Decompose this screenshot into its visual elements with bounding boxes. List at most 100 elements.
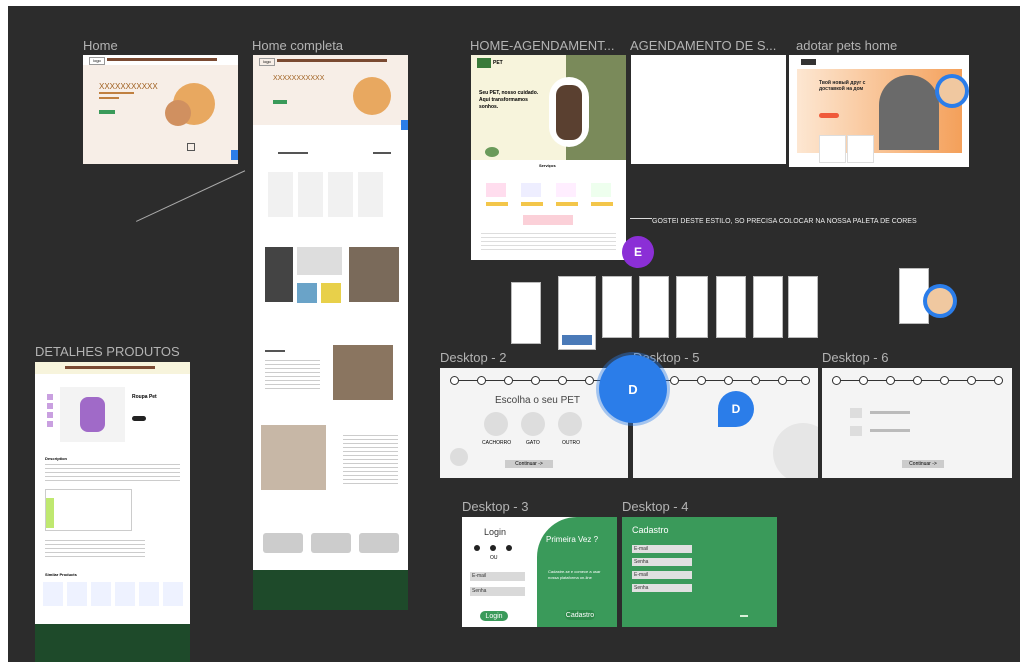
- hc-see-all[interactable]: [373, 152, 391, 154]
- ap-pet-card-2[interactable]: [847, 135, 874, 163]
- d2-step-3[interactable]: [504, 376, 513, 385]
- frame-label-home-completa[interactable]: Home completa: [252, 38, 343, 53]
- mobile-screen-1[interactable]: [511, 282, 541, 344]
- hc-product-card-4[interactable]: [358, 172, 383, 217]
- ha-service-btn-1[interactable]: [486, 202, 508, 206]
- hc-card-b[interactable]: [311, 533, 351, 553]
- hc-product-card-3[interactable]: [328, 172, 353, 217]
- collaborator-avatar-photo-1[interactable]: [935, 74, 969, 108]
- mobile-screen-4[interactable]: [639, 276, 669, 338]
- home-hero-text: XXXXXXXXXXX: [99, 82, 158, 91]
- frame-desktop-3[interactable]: Login OU E-mail Senha Login Primeira Vez…: [462, 517, 617, 627]
- ha-service-1[interactable]: [486, 183, 506, 197]
- d4-submit-link[interactable]: [740, 615, 748, 617]
- hc-chat-icon[interactable]: [401, 120, 408, 130]
- frame-label-adotar-pets[interactable]: adotar pets home: [796, 38, 897, 53]
- d2-step-4[interactable]: [531, 376, 540, 385]
- d2-option-cat[interactable]: [521, 412, 545, 436]
- d5-step-5[interactable]: [751, 376, 760, 385]
- d6-step-6[interactable]: [967, 376, 976, 385]
- d6-step-4[interactable]: [913, 376, 922, 385]
- d4-field-email-2[interactable]: E-mail: [632, 571, 692, 579]
- ha-service-btn-3[interactable]: [556, 202, 578, 206]
- collaborator-cursor-d-large[interactable]: D: [599, 355, 667, 423]
- d3-google-icon[interactable]: [490, 545, 496, 551]
- d6-step-1[interactable]: [832, 376, 841, 385]
- d2-step-5[interactable]: [558, 376, 567, 385]
- d3-cadastro-button[interactable]: Cadastro: [565, 610, 595, 620]
- hc-card-c[interactable]: [359, 533, 399, 553]
- figma-canvas[interactable]: Home logo XXXXXXXXXXX Home completa logo…: [8, 6, 1020, 662]
- d2-step-1[interactable]: [450, 376, 459, 385]
- hc-cta[interactable]: [273, 100, 287, 104]
- d3-email-field[interactable]: E-mail: [470, 572, 525, 581]
- d6-step-7[interactable]: [994, 376, 1003, 385]
- ha-service-3[interactable]: [556, 183, 576, 197]
- ha-service-2[interactable]: [521, 183, 541, 197]
- d4-field-email-1[interactable]: E-mail: [632, 545, 692, 553]
- frame-agendamento-s[interactable]: [631, 55, 786, 164]
- d6-item-thumb-2[interactable]: [850, 426, 862, 436]
- d2-option-other[interactable]: [558, 412, 582, 436]
- mobile-screen-2[interactable]: [558, 276, 596, 350]
- frame-label-agendamento-s[interactable]: AGENDAMENTO DE S...: [630, 38, 776, 53]
- d5-step-2[interactable]: [670, 376, 679, 385]
- home-chat-icon[interactable]: [231, 150, 238, 160]
- d2-continue-button[interactable]: Continuar ->: [505, 460, 553, 468]
- d6-continue-button[interactable]: Continuar ->: [902, 460, 944, 468]
- dp-similar-products[interactable]: [43, 582, 183, 606]
- frame-detalhes-produtos[interactable]: Roupa Pet Description Similar Products: [35, 362, 190, 662]
- ha-brand: PET: [493, 60, 503, 66]
- frame-home[interactable]: logo XXXXXXXXXXX: [83, 55, 238, 164]
- d6-item-thumb-1[interactable]: [850, 408, 862, 418]
- dp-buy-button[interactable]: [132, 416, 146, 421]
- d3-login-button[interactable]: Login: [480, 611, 508, 621]
- d4-field-senha-2[interactable]: Senha: [632, 584, 692, 592]
- mobile-screen-7[interactable]: [753, 276, 783, 338]
- d5-step-7[interactable]: [801, 376, 810, 385]
- d2-step-6[interactable]: [585, 376, 594, 385]
- d6-step-5[interactable]: [940, 376, 949, 385]
- ha-service-4[interactable]: [591, 183, 611, 197]
- mobile-screen-5[interactable]: [676, 276, 708, 338]
- hc-feature-image: [333, 345, 393, 400]
- frame-home-completa[interactable]: logo XXXXXXXXXXX: [253, 55, 408, 610]
- hc-product-card-2[interactable]: [298, 172, 323, 217]
- home-cta-button[interactable]: [99, 110, 115, 114]
- d5-step-3[interactable]: [697, 376, 706, 385]
- mobile-screen-3[interactable]: [602, 276, 632, 338]
- frame-desktop-4[interactable]: Cadastro E-mail Senha E-mail Senha: [622, 517, 777, 627]
- ap-pet-card-1[interactable]: [819, 135, 846, 163]
- mobile-screen-6[interactable]: [716, 276, 746, 338]
- d2-step-2[interactable]: [477, 376, 486, 385]
- frame-label-desktop4[interactable]: Desktop - 4: [622, 499, 688, 514]
- d2-option-dog[interactable]: [484, 412, 508, 436]
- frame-label-home[interactable]: Home: [83, 38, 118, 53]
- d6-step-3[interactable]: [886, 376, 895, 385]
- d4-field-senha-1[interactable]: Senha: [632, 558, 692, 566]
- mobile-screen-8[interactable]: [788, 276, 818, 338]
- comment-author-avatar[interactable]: E: [622, 236, 654, 268]
- d3-facebook-icon[interactable]: [474, 545, 480, 551]
- d5-step-4[interactable]: [724, 376, 733, 385]
- d6-step-2[interactable]: [859, 376, 868, 385]
- ap-cta[interactable]: [819, 113, 839, 118]
- frame-adotar-pets[interactable]: Твой новый друг с доставкой на дом: [789, 55, 969, 167]
- ha-service-btn-2[interactable]: [521, 202, 543, 206]
- frame-label-desktop3[interactable]: Desktop - 3: [462, 499, 528, 514]
- d3-apple-icon[interactable]: [506, 545, 512, 551]
- collaborator-avatar-photo-2[interactable]: [923, 284, 957, 318]
- frame-label-detalhes[interactable]: DETALHES PRODUTOS: [35, 344, 180, 359]
- frame-label-home-agendamento[interactable]: HOME-AGENDAMENT...: [470, 38, 614, 53]
- frame-label-desktop6[interactable]: Desktop - 6: [822, 350, 888, 365]
- d5-step-6[interactable]: [778, 376, 787, 385]
- collaborator-cursor-d-small[interactable]: D: [718, 391, 754, 427]
- frame-desktop-6[interactable]: Continuar ->: [822, 368, 1012, 478]
- hc-product-card-1[interactable]: [268, 172, 293, 217]
- dp-thumbs[interactable]: [47, 394, 53, 429]
- d3-password-field[interactable]: Senha: [470, 587, 525, 596]
- ha-service-btn-4[interactable]: [591, 202, 613, 206]
- frame-home-agendamento[interactable]: PET Seu PET, nosso cuidado. Aqui transfo…: [471, 55, 626, 260]
- frame-label-desktop2[interactable]: Desktop - 2: [440, 350, 506, 365]
- hc-card-a[interactable]: [263, 533, 303, 553]
